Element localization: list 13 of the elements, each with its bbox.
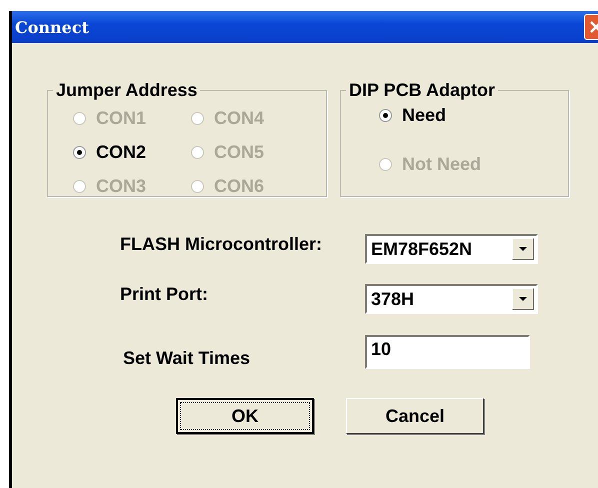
dropdown[interactable]: 378H [365, 284, 538, 314]
dialog-button[interactable]: Cancel [346, 398, 484, 434]
group-title: Jumper Address [55, 80, 198, 101]
window-title: Connect [14, 18, 89, 36]
group-title: DIP PCB Adaptor [348, 80, 496, 101]
field-label: Set Wait Times [122, 347, 252, 369]
input-field[interactable]: 10 [365, 334, 530, 368]
dropdown[interactable]: EM78F652N [365, 234, 538, 264]
dialog-button[interactable]: OK [176, 398, 314, 434]
field-label: Print Port: [120, 284, 209, 305]
radio-option[interactable]: Need [379, 105, 446, 126]
field-label: FLASH Microcontroller: [120, 234, 324, 255]
radio-option[interactable]: CON2 [73, 142, 146, 162]
